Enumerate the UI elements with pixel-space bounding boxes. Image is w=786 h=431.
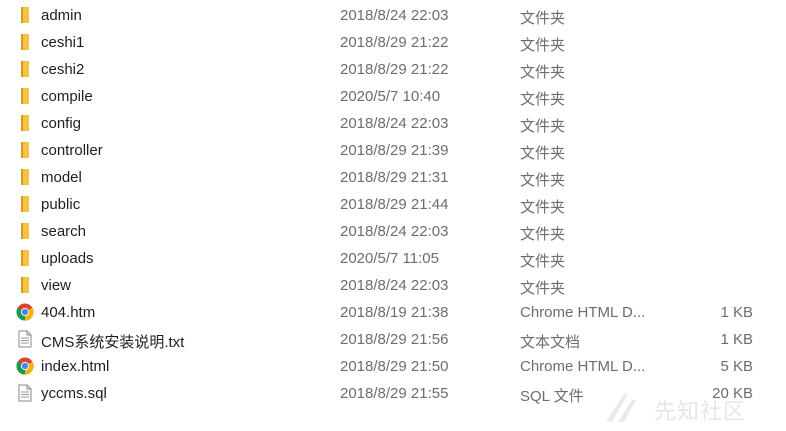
file-modified-date: 2018/8/24 22:03 <box>340 115 449 132</box>
file-name[interactable]: uploads <box>41 250 94 267</box>
file-row[interactable]: CMS系统安装说明.txt 2018/8/29 21:56 文本文档 1 KB <box>0 326 786 353</box>
file-type: Chrome HTML D... <box>520 358 646 375</box>
file-name[interactable]: public <box>41 196 80 213</box>
file-modified-date: 2018/8/24 22:03 <box>340 277 449 294</box>
file-type: 文件夹 <box>520 91 566 108</box>
file-type: 文件夹 <box>520 253 566 270</box>
file-row[interactable]: ceshi2 2018/8/29 21:22 文件夹 <box>0 56 786 83</box>
file-row[interactable]: index.html 2018/8/29 21:50 Chrome HTML D..… <box>0 353 786 380</box>
file-name[interactable]: controller <box>41 142 103 159</box>
folder-icon <box>16 87 34 105</box>
file-name[interactable]: index.html <box>41 358 109 375</box>
file-row[interactable]: controller 2018/8/29 21:39 文件夹 <box>0 137 786 164</box>
file-modified-date: 2018/8/29 21:31 <box>340 169 449 186</box>
chrome-icon <box>16 357 34 375</box>
file-name[interactable]: ceshi1 <box>41 34 84 51</box>
file-row[interactable]: model 2018/8/29 21:31 文件夹 <box>0 164 786 191</box>
file-name[interactable]: ceshi2 <box>41 61 84 78</box>
file-name[interactable]: CMS系统安装说明.txt <box>41 331 184 352</box>
watermark-text: 先知社区 <box>654 399 747 424</box>
folder-icon <box>16 222 34 240</box>
file-type: 文件夹 <box>520 10 566 27</box>
file-modified-date: 2018/8/29 21:55 <box>340 385 449 402</box>
text-file-icon <box>16 384 34 402</box>
file-row[interactable]: 404.htm 2018/8/19 21:38 Chrome HTML D... 1 … <box>0 299 786 326</box>
file-type: 文件夹 <box>520 199 566 216</box>
folder-icon <box>16 249 34 267</box>
text-file-icon <box>16 330 34 348</box>
file-modified-date: 2018/8/29 21:39 <box>340 142 449 159</box>
folder-icon <box>16 141 34 159</box>
file-modified-date: 2020/5/7 10:40 <box>340 88 441 105</box>
file-row[interactable]: compile 2020/5/7 10:40 文件夹 <box>0 83 786 110</box>
file-modified-date: 2018/8/24 22:03 <box>340 223 449 240</box>
file-name[interactable]: yccms.sql <box>41 385 107 402</box>
folder-icon <box>16 168 34 186</box>
file-name[interactable]: 404.htm <box>41 304 95 321</box>
file-row[interactable]: ceshi1 2018/8/29 21:22 文件夹 <box>0 29 786 56</box>
file-name[interactable]: compile <box>41 88 93 105</box>
file-modified-date: 2018/8/29 21:44 <box>340 196 449 213</box>
file-type: 文件夹 <box>520 280 566 297</box>
folder-icon <box>16 114 34 132</box>
file-row[interactable]: view 2018/8/24 22:03 文件夹 <box>0 272 786 299</box>
file-row[interactable]: config 2018/8/24 22:03 文件夹 <box>0 110 786 137</box>
file-size: 5 KB <box>720 358 753 375</box>
file-type: 文件夹 <box>520 145 566 162</box>
file-name[interactable]: config <box>41 115 81 132</box>
file-modified-date: 2018/8/24 22:03 <box>340 7 449 24</box>
file-size: 1 KB <box>720 331 753 348</box>
file-name[interactable]: search <box>41 223 86 240</box>
file-modified-date: 2018/8/29 21:56 <box>340 331 449 348</box>
file-type: 文本文档 <box>520 334 581 351</box>
file-name[interactable]: model <box>41 169 82 186</box>
file-row[interactable]: uploads 2020/5/7 11:05 文件夹 <box>0 245 786 272</box>
file-modified-date: 2018/8/29 21:22 <box>340 61 449 78</box>
file-row[interactable]: search 2018/8/24 22:03 文件夹 <box>0 218 786 245</box>
file-list: admin 2018/8/24 22:03 文件夹 ceshi1 2018/8/29 2… <box>0 0 786 431</box>
file-modified-date: 2020/5/7 11:05 <box>340 250 439 267</box>
file-type: 文件夹 <box>520 64 566 81</box>
file-modified-date: 2018/8/29 21:50 <box>340 358 449 375</box>
file-type: 文件夹 <box>520 118 566 135</box>
file-name[interactable]: admin <box>41 7 82 24</box>
file-modified-date: 2018/8/19 21:38 <box>340 304 449 321</box>
file-row[interactable]: public 2018/8/29 21:44 文件夹 <box>0 191 786 218</box>
folder-icon <box>16 33 34 51</box>
file-type: 文件夹 <box>520 172 566 189</box>
file-type: SQL 文件 <box>520 388 584 405</box>
file-type: Chrome HTML D... <box>520 304 646 321</box>
folder-icon <box>16 60 34 78</box>
watermark: 先知社区 <box>598 388 778 428</box>
file-row[interactable]: admin 2018/8/24 22:03 文件夹 <box>0 2 786 29</box>
file-type: 文件夹 <box>520 37 566 54</box>
file-size: 1 KB <box>720 304 753 321</box>
folder-icon <box>16 6 34 24</box>
folder-icon <box>16 195 34 213</box>
folder-icon <box>16 276 34 294</box>
file-modified-date: 2018/8/29 21:22 <box>340 34 449 51</box>
xianzhi-logo-icon <box>606 394 636 422</box>
file-type: 文件夹 <box>520 226 566 243</box>
file-name[interactable]: view <box>41 277 71 294</box>
chrome-icon <box>16 303 34 321</box>
